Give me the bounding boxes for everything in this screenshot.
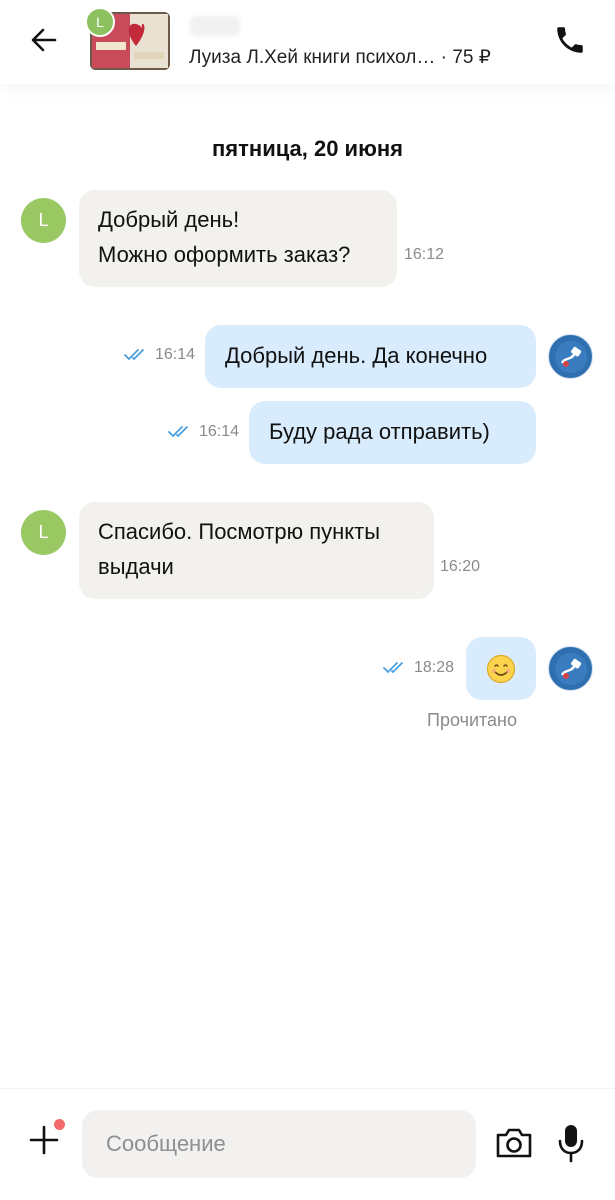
camera-button[interactable] <box>494 1125 534 1161</box>
smiling-face-emoji <box>486 654 516 683</box>
plug-icon <box>554 652 587 685</box>
message-time: 18:28 <box>414 659 455 676</box>
message-bubble-outgoing[interactable] <box>466 637 536 700</box>
message-list[interactable]: пятница, 20 июня L Добрый день! Можно оф… <box>0 84 615 1088</box>
message-text: Добрый день! <box>98 207 240 232</box>
chat-header: L Луиза Л.Хей книги психол… · 75 ₽ <box>0 0 615 84</box>
notification-dot <box>54 1119 65 1130</box>
microphone-icon <box>558 1125 584 1163</box>
message-time: 16:14 <box>155 346 196 363</box>
message-bubble-incoming[interactable]: Добрый день! Можно оформить заказ? <box>79 190 397 287</box>
double-check-icon <box>168 426 188 438</box>
message-bubble-outgoing[interactable]: Добрый день. Да конечно <box>205 325 536 388</box>
message-input[interactable] <box>82 1110 476 1178</box>
message-time: 16:12 <box>404 246 445 263</box>
message-text: Буду рада отправить) <box>269 419 490 444</box>
message-input-bar <box>0 1088 615 1200</box>
message-text: Добрый день. Да конечно <box>225 343 488 368</box>
message-time: 16:14 <box>199 423 240 440</box>
back-button[interactable] <box>26 22 62 58</box>
my-avatar[interactable] <box>548 646 593 691</box>
call-button[interactable] <box>550 20 590 60</box>
message-bubble-incoming[interactable]: Спасибо. Посмотрю пункты выдачи <box>79 502 434 599</box>
double-check-icon <box>124 349 144 361</box>
message-text: выдачи <box>98 554 174 579</box>
seller-avatar[interactable]: L <box>21 510 66 555</box>
microphone-button[interactable] <box>556 1122 586 1164</box>
message-text: Можно оформить заказ? <box>98 242 351 267</box>
message-time-status: 16:14 <box>124 346 195 364</box>
seller-name-blurred <box>190 16 240 36</box>
seller-avatar-small: L <box>85 7 115 37</box>
message-time-status: 16:14 <box>168 423 239 441</box>
double-check-icon <box>383 662 403 674</box>
listing-title[interactable]: Луиза Л.Хей книги психол… · 75 ₽ <box>189 46 491 69</box>
plug-icon <box>554 340 587 373</box>
phone-icon <box>557 27 583 53</box>
message-bubble-outgoing[interactable]: Буду рада отправить) <box>249 401 536 464</box>
read-status: Прочитано <box>427 710 517 730</box>
seller-avatar[interactable]: L <box>21 198 66 243</box>
message-text: Спасибо. Посмотрю пункты <box>98 519 381 544</box>
camera-icon <box>496 1128 532 1158</box>
date-separator: пятница, 20 июня <box>212 136 403 161</box>
arrow-left-icon <box>31 28 57 52</box>
message-time: 16:20 <box>440 558 481 575</box>
message-time-status: 18:28 <box>383 659 454 677</box>
my-avatar[interactable] <box>548 334 593 379</box>
